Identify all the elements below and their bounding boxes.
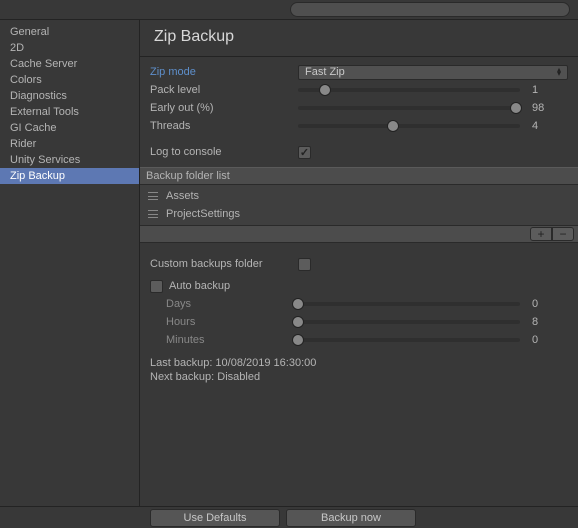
- log-to-console-checkbox[interactable]: [298, 146, 311, 159]
- days-label: Days: [150, 298, 298, 310]
- sidebar-item-2d[interactable]: 2D: [0, 40, 139, 56]
- zip-mode-value: Fast Zip: [305, 66, 345, 78]
- slider-thumb[interactable]: [292, 316, 304, 328]
- days-slider[interactable]: [298, 302, 520, 306]
- sidebar-item-diagnostics[interactable]: Diagnostics: [0, 88, 139, 104]
- custom-folder-label: Custom backups folder: [150, 258, 298, 270]
- last-backup-text: Last backup: 10/08/2019 16:30:00: [150, 357, 568, 369]
- add-folder-button[interactable]: +: [530, 227, 552, 241]
- slider-thumb[interactable]: [292, 334, 304, 346]
- folder-list-footer: + −: [140, 225, 578, 243]
- list-item-label: Assets: [166, 190, 199, 202]
- folder-list: Assets ProjectSettings: [140, 185, 578, 225]
- threads-value[interactable]: 4: [528, 120, 568, 132]
- list-item[interactable]: Assets: [140, 187, 578, 205]
- main: General 2D Cache Server Colors Diagnosti…: [0, 20, 578, 506]
- hours-value[interactable]: 8: [528, 316, 568, 328]
- pack-level-value[interactable]: 1: [528, 84, 568, 96]
- hours-label: Hours: [150, 316, 298, 328]
- search-input[interactable]: [290, 2, 570, 17]
- folder-list-header: Backup folder list: [140, 167, 578, 185]
- list-item-label: ProjectSettings: [166, 208, 240, 220]
- bottom-bar: Use Defaults Backup now: [0, 506, 578, 528]
- sidebar-item-cache-server[interactable]: Cache Server: [0, 56, 139, 72]
- auto-backup-label: Auto backup: [169, 280, 230, 292]
- early-out-value[interactable]: 98: [528, 102, 568, 114]
- drag-handle-icon[interactable]: [148, 210, 158, 218]
- content: Zip Backup Zip mode Fast Zip ▴▾ Pack lev…: [140, 20, 578, 506]
- hours-slider[interactable]: [298, 320, 520, 324]
- pack-level-slider[interactable]: [298, 88, 520, 92]
- minutes-label: Minutes: [150, 334, 298, 346]
- sidebar-item-rider[interactable]: Rider: [0, 136, 139, 152]
- backup-now-button[interactable]: Backup now: [286, 509, 416, 527]
- custom-folder-checkbox[interactable]: [298, 258, 311, 271]
- slider-thumb[interactable]: [387, 120, 399, 132]
- zip-mode-dropdown[interactable]: Fast Zip ▴▾: [298, 65, 568, 80]
- auto-backup-checkbox[interactable]: [150, 280, 163, 293]
- use-defaults-button[interactable]: Use Defaults: [150, 509, 280, 527]
- sidebar-item-zip-backup[interactable]: Zip Backup: [0, 168, 139, 184]
- log-to-console-label: Log to console: [150, 146, 298, 158]
- next-backup-text: Next backup: Disabled: [150, 371, 568, 383]
- remove-folder-button[interactable]: −: [552, 227, 574, 241]
- days-value[interactable]: 0: [528, 298, 568, 310]
- drag-handle-icon[interactable]: [148, 192, 158, 200]
- sidebar-item-external-tools[interactable]: External Tools: [0, 104, 139, 120]
- slider-thumb[interactable]: [319, 84, 331, 96]
- sidebar-item-general[interactable]: General: [0, 24, 139, 40]
- list-item[interactable]: ProjectSettings: [140, 205, 578, 223]
- sidebar-item-unity-services[interactable]: Unity Services: [0, 152, 139, 168]
- threads-slider[interactable]: [298, 124, 520, 128]
- sidebar: General 2D Cache Server Colors Diagnosti…: [0, 20, 140, 506]
- minutes-slider[interactable]: [298, 338, 520, 342]
- threads-label: Threads: [150, 120, 298, 132]
- zip-mode-label: Zip mode: [150, 66, 298, 78]
- minutes-value[interactable]: 0: [528, 334, 568, 346]
- sidebar-item-colors[interactable]: Colors: [0, 72, 139, 88]
- search-wrap: [290, 2, 570, 17]
- early-out-slider[interactable]: [298, 106, 520, 110]
- page-title: Zip Backup: [150, 28, 568, 46]
- sidebar-item-gi-cache[interactable]: GI Cache: [0, 120, 139, 136]
- topbar: [0, 0, 578, 20]
- dropdown-arrows-icon: ▴▾: [557, 68, 561, 76]
- slider-thumb[interactable]: [292, 298, 304, 310]
- slider-thumb[interactable]: [510, 102, 522, 114]
- pack-level-label: Pack level: [150, 84, 298, 96]
- early-out-label: Early out (%): [150, 102, 298, 114]
